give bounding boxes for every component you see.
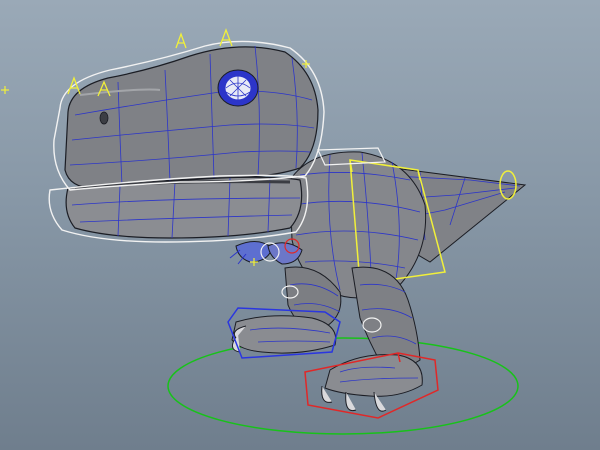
foot-right-mesh[interactable] bbox=[321, 354, 423, 412]
scene-canvas[interactable] bbox=[0, 0, 600, 450]
nostril bbox=[99, 111, 109, 125]
foot-left-mesh[interactable] bbox=[231, 315, 337, 354]
maya-viewport[interactable] bbox=[0, 0, 600, 450]
eye-mesh[interactable] bbox=[217, 69, 259, 107]
jaw-mesh[interactable] bbox=[65, 176, 303, 239]
